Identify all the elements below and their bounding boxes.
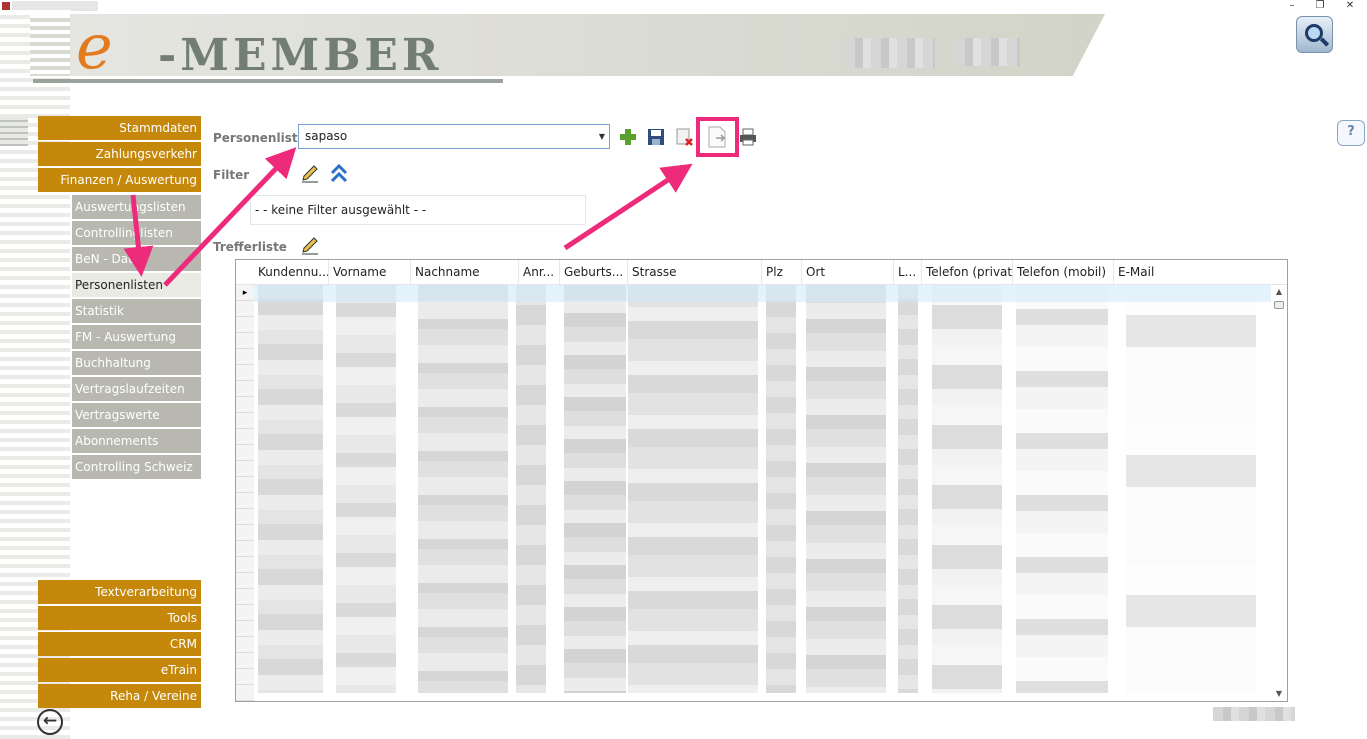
banner-stripes [30, 14, 70, 76]
nav-crm[interactable]: CRM [38, 632, 201, 656]
col-plz[interactable]: Plz [762, 260, 802, 285]
delete-icon[interactable] [674, 127, 694, 147]
blurred-data [1126, 285, 1256, 693]
nav-controllinglisten[interactable]: Controllinglisten [72, 221, 201, 245]
edit-filter-icon[interactable] [300, 163, 320, 183]
nav-textverarbeitung[interactable]: Textverarbeitung [38, 580, 201, 604]
back-arrow-icon[interactable]: ← [37, 709, 63, 735]
app-icon [2, 2, 10, 10]
logo-underline [33, 79, 503, 83]
nav-controlling-schweiz[interactable]: Controlling Schweiz [72, 455, 201, 479]
results-grid[interactable]: Kundennu... Vorname Nachname Anr... Gebu… [235, 259, 1288, 702]
grid-header: Kundennu... Vorname Nachname Anr... Gebu… [236, 260, 1287, 285]
col-telefon-mobil[interactable]: Telefon (mobil) [1013, 260, 1114, 285]
nav-zahlungsverkehr[interactable]: Zahlungsverkehr [38, 142, 201, 166]
export-highlight-box [696, 117, 739, 157]
nav-fm-auswertung[interactable]: FM - Auswertung [72, 325, 201, 349]
logo-e: e [76, 10, 113, 83]
col-nachname[interactable]: Nachname [411, 260, 519, 285]
personenliste-label: Personenliste [213, 131, 306, 145]
current-row-marker: ▸ [242, 288, 248, 298]
nav-auswertungslisten[interactable]: Auswertungslisten [72, 195, 201, 219]
col-strasse[interactable]: Strasse [628, 260, 762, 285]
blurred-data [932, 285, 1002, 693]
nav-tools[interactable]: Tools [38, 606, 201, 630]
col-kundennummer[interactable]: Kundennu... [254, 260, 329, 285]
col-telefon-privat[interactable]: Telefon (privat) [922, 260, 1013, 285]
nav-vertragswerte[interactable]: Vertragswerte [72, 403, 201, 427]
scroll-down-icon[interactable]: ▼ [1271, 687, 1287, 701]
personenliste-select[interactable]: sapaso ▼ [298, 124, 610, 149]
blurred-data [898, 285, 918, 693]
status-blurred [1213, 707, 1295, 721]
app-window: – ❐ ✕ e -MEMBER ? Stammdaten Zahlungsver… [0, 0, 1367, 739]
col-land[interactable]: L... [894, 260, 922, 285]
nav-finanzen-auswertung[interactable]: Finanzen / Auswertung [38, 168, 201, 192]
nav-reha-vereine[interactable]: Reha / Vereine [38, 684, 201, 708]
trefferliste-label: Trefferliste [213, 240, 287, 254]
print-icon[interactable] [738, 127, 758, 147]
scroll-up-icon[interactable]: ▲ [1271, 285, 1287, 299]
nav-stammdaten[interactable]: Stammdaten [38, 116, 201, 140]
restore-icon[interactable]: ❐ [1310, 0, 1330, 12]
nav-statistik[interactable]: Statistik [72, 299, 201, 323]
col-anrede[interactable]: Anr... [519, 260, 560, 285]
row-headers[interactable] [236, 285, 254, 701]
blurred-data [516, 285, 546, 693]
help-icon[interactable]: ? [1337, 120, 1365, 146]
filter-display: - - keine Filter ausgewählt - - [250, 195, 586, 225]
blurred-data [1016, 285, 1108, 693]
blurred-data [766, 285, 796, 693]
edit-trefferliste-icon[interactable] [300, 235, 320, 255]
search-button[interactable] [1296, 16, 1333, 53]
blurred-data [628, 285, 758, 693]
sidebar-toggle[interactable] [0, 116, 28, 146]
user-info-blurred [845, 38, 935, 68]
personenliste-value: sapaso [305, 129, 348, 143]
minimize-icon[interactable]: – [1282, 0, 1302, 12]
filter-label: Filter [213, 168, 250, 182]
blurred-data [806, 285, 886, 693]
user-info-blurred-2 [955, 38, 1020, 66]
nav-buchhaltung[interactable]: Buchhaltung [72, 351, 201, 375]
add-icon[interactable] [618, 127, 638, 147]
nav-vertragslaufzeiten[interactable]: Vertragslaufzeiten [72, 377, 201, 401]
blurred-data [336, 285, 396, 693]
vertical-scrollbar[interactable]: ▲ ▼ [1271, 285, 1287, 701]
col-ort[interactable]: Ort [802, 260, 894, 285]
scroll-thumb[interactable] [1274, 301, 1284, 309]
col-vorname[interactable]: Vorname [329, 260, 411, 285]
nav-ben-daten[interactable]: BeN - Daten [72, 247, 201, 271]
logo-text: -MEMBER [158, 30, 443, 81]
col-geburtsdatum[interactable]: Geburts... [560, 260, 628, 285]
chevron-down-icon[interactable]: ▼ [597, 125, 607, 148]
nav-abonnements[interactable]: Abonnements [72, 429, 201, 453]
save-icon[interactable] [646, 127, 666, 147]
blurred-data [564, 285, 626, 693]
nav-etrain[interactable]: eTrain [38, 658, 201, 682]
collapse-up-icon[interactable] [329, 163, 349, 185]
blurred-data [418, 285, 508, 693]
close-icon[interactable]: ✕ [1340, 0, 1360, 12]
blurred-data [258, 285, 323, 693]
nav-personenlisten[interactable]: Personenlisten [72, 273, 201, 297]
selected-row[interactable] [254, 285, 1271, 302]
col-email[interactable]: E-Mail [1114, 260, 1271, 285]
